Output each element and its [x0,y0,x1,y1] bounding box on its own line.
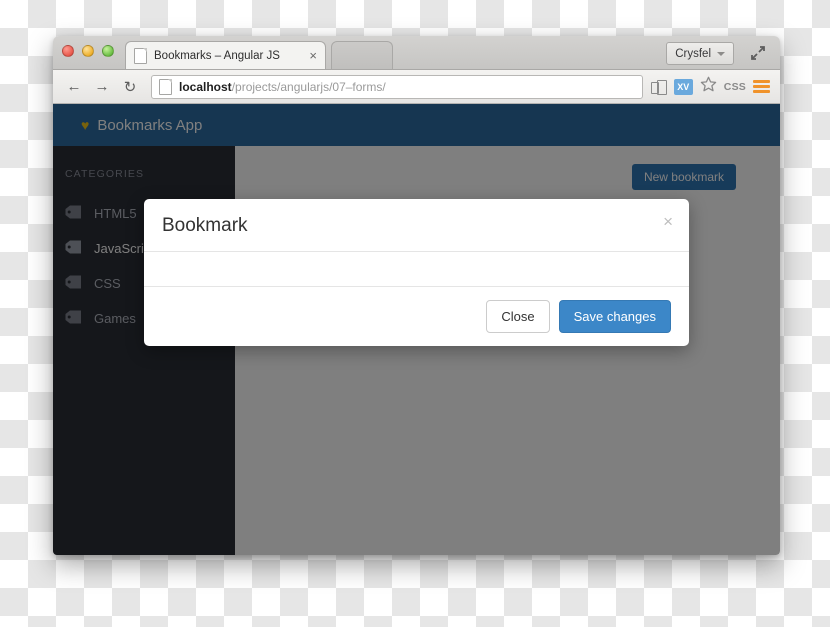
modal-header: Bookmark × [144,199,689,252]
close-button[interactable]: Close [486,300,550,333]
modal-title: Bookmark [162,215,248,236]
modal-body [144,252,689,287]
site-page-icon [159,78,172,95]
tab-close-icon[interactable]: × [309,49,317,62]
forward-button[interactable]: → [91,76,113,98]
css-extension-icon[interactable]: CSS [724,81,746,93]
browser-tab-active[interactable]: Bookmarks – Angular JS × [125,41,326,69]
bookmark-modal: Bookmark × Close Save changes [144,199,689,346]
save-changes-button[interactable]: Save changes [558,300,671,333]
profile-label: Crysfel [675,47,711,60]
close-window-button[interactable] [62,45,74,57]
page-viewport: ♥ Bookmarks App CATEGORIES HTML5 [53,104,780,555]
page-icon [134,47,147,64]
url-path: /projects/angularjs/07–forms/ [231,79,386,94]
fullscreen-icon[interactable] [749,44,767,62]
window-controls [62,45,114,57]
browser-extension-icons: XV CSS [650,76,770,97]
device-toolbar-icon[interactable] [650,79,667,95]
xv-extension-icon[interactable]: XV [673,78,693,95]
url-host: localhost [179,79,232,94]
browser-window: Bookmarks – Angular JS × Crysfel ← → ↻ l… [53,36,780,555]
tab-title: Bookmarks – Angular JS [154,49,280,62]
browser-tab-inactive[interactable] [331,41,393,69]
browser-tab-strip: Bookmarks – Angular JS × Crysfel [53,36,780,70]
close-icon[interactable]: × [663,213,673,230]
reload-button[interactable]: ↻ [119,76,141,98]
address-bar[interactable]: localhost /projects/angularjs/07–forms/ [151,74,643,99]
zoom-window-button[interactable] [102,45,114,57]
minimize-window-button[interactable] [82,45,94,57]
chrome-menu-icon[interactable] [753,80,770,93]
browser-toolbar: ← → ↻ localhost /projects/angularjs/07–f… [53,70,780,104]
back-button[interactable]: ← [63,76,85,98]
screenshot-canvas: Bookmarks – Angular JS × Crysfel ← → ↻ l… [0,0,830,627]
modal-footer: Close Save changes [144,287,689,346]
chevron-down-icon [717,51,725,56]
bookmark-star-icon[interactable] [700,76,717,97]
profile-button[interactable]: Crysfel [666,42,734,65]
